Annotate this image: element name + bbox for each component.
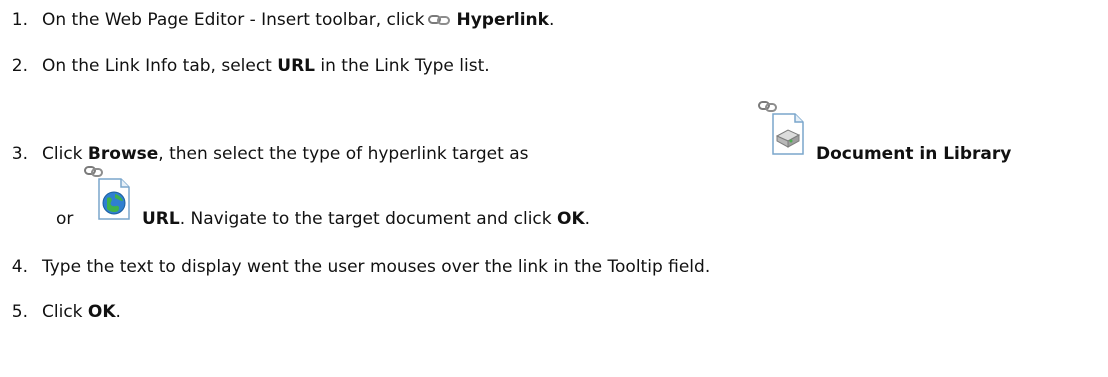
library-document-link-icon	[757, 100, 807, 156]
ok-label-step3: OK	[557, 209, 585, 229]
step-4: 4. Type the text to display went the user…	[0, 256, 710, 278]
step-3-or: or	[56, 209, 74, 229]
url-label-step3: URL	[142, 209, 180, 229]
step-text: Type the text to display went the user m…	[42, 257, 711, 277]
ok-label: OK	[87, 302, 116, 322]
hyperlink-label: Hyperlink	[456, 10, 549, 30]
browse-label: Browse	[87, 144, 159, 164]
chain-link-icon	[428, 10, 451, 32]
globe-document-link-icon	[83, 165, 133, 221]
step-number: 1.	[11, 10, 28, 30]
url-label: URL	[277, 56, 315, 76]
step-text: On the Web Page Editor - Insert toolbar,…	[42, 10, 425, 30]
document-in-library-label-wrap: Document in Library	[816, 143, 1011, 165]
step-3-continued: URL. Navigate to the target document and…	[142, 209, 591, 229]
step-number: 4.	[11, 257, 28, 277]
document-in-library-label: Document in Library	[816, 144, 1012, 164]
step-number: 5.	[11, 302, 28, 322]
step-5: 5. Click OK.	[0, 301, 121, 323]
step-number: 2.	[11, 56, 28, 76]
step-2: 2. On the Link Info tab, select URL in th…	[0, 55, 490, 77]
step-number: 3.	[11, 144, 28, 164]
step-3: 3. Click Browse, then select the type of …	[0, 143, 529, 165]
step-1: 1. On the Web Page Editor - Insert toolba…	[0, 9, 555, 32]
instruction-steps: 1. On the Web Page Editor - Insert toolba…	[0, 0, 1108, 377]
